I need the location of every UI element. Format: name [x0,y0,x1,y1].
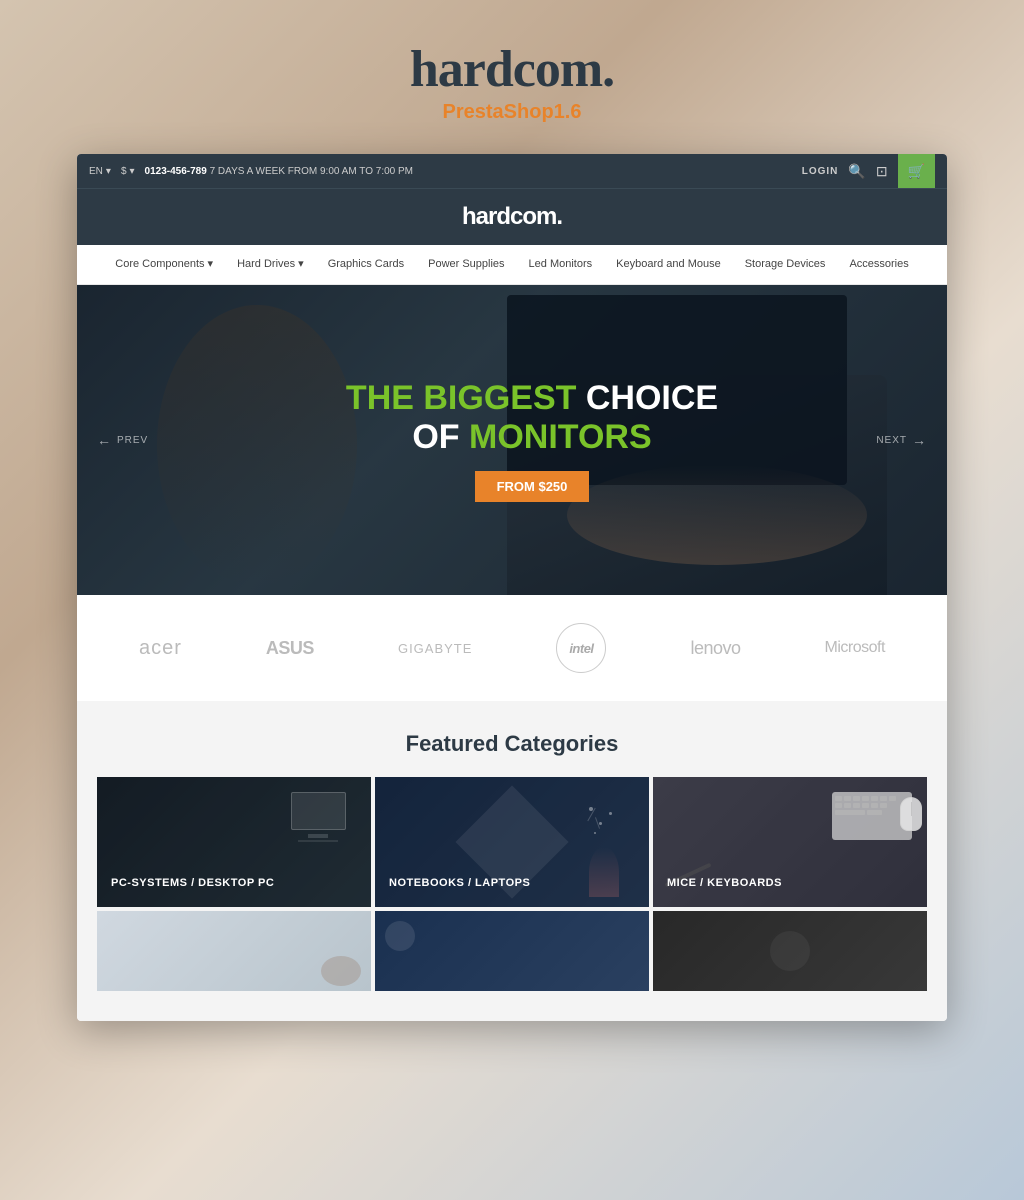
currency-arrow-icon: ▾ [130,166,135,177]
lang-text: EN [89,166,103,177]
category-row2-3[interactable] [653,911,927,991]
phone-number: 0123-456-789 [145,166,207,177]
nav-accessories[interactable]: Accessories [837,245,920,285]
language-selector[interactable]: EN ▾ [89,166,111,177]
page-wrapper: hardcom. PrestaShop1.6 EN ▾ $ ▾ 0123-456… [0,0,1024,1021]
brand-gigabyte[interactable]: GIGABYTE [398,641,472,656]
main-navigation: Core Components ▾ Hard Drives ▾ Graphics… [77,245,947,285]
top-bar: EN ▾ $ ▾ 0123-456-789 7 DAYS A WEEK FROM… [77,154,947,188]
brands-bar: acer ASUS GIGABYTE intel lenovo Microsof… [77,595,947,701]
hero-green-text: THE BIGGEST [346,379,576,417]
hero-white-text-1: CHOICE [586,379,718,417]
nav-storage-devices-label: Storage Devices [745,258,826,270]
categories-grid: PC-SYSTEMS / DESKTOP PC [97,777,927,907]
category-pc-systems[interactable]: PC-SYSTEMS / DESKTOP PC [97,777,371,907]
category-row2-1[interactable] [97,911,371,991]
hero-white-text-2: OF [412,418,469,456]
brand-lenovo[interactable]: lenovo [690,638,740,659]
brand-intel[interactable]: intel [556,623,606,673]
nav-led-monitors[interactable]: Led Monitors [517,245,605,285]
category-mice-keyboards[interactable]: MICE / KEYBOARDS [653,777,927,907]
currency-selector[interactable]: $ ▾ [121,166,135,177]
nav-hard-drives[interactable]: Hard Drives ▾ [225,245,316,285]
top-bar-right: LOGIN 🔍 ⊡ 🛒 [802,154,935,188]
category-pc-systems-label: PC-SYSTEMS / DESKTOP PC [111,877,274,889]
cart-button[interactable]: 🛒 [898,154,935,188]
hero-content: THE BIGGEST CHOICE OF MONITORS FROM $250 [306,379,718,502]
search-icon[interactable]: 🔍 [848,163,865,180]
next-arrow-icon: → [912,432,927,448]
nav-power-supplies-label: Power Supplies [428,258,504,270]
wishlist-icon[interactable]: ⊡ [876,163,888,180]
site-header: hardcom. [77,188,947,245]
currency-text: $ [121,166,127,177]
hero-headline-1: THE BIGGEST CHOICE [346,379,718,418]
nav-keyboard-mouse-label: Keyboard and Mouse [616,258,721,270]
prev-label: PREV [117,435,148,446]
nav-hard-drives-arrow: ▾ [298,257,304,270]
hero-slider: THE BIGGEST CHOICE OF MONITORS FROM $250… [77,285,947,595]
slider-next-button[interactable]: NEXT → [876,432,927,448]
site-logo[interactable]: hardcom. [77,203,947,231]
brand-microsoft[interactable]: Microsoft [825,639,885,657]
nav-led-monitors-label: Led Monitors [529,258,593,270]
category-row2-2[interactable] [375,911,649,991]
categories-grid-row2 [97,911,927,991]
prev-arrow-icon: ← [97,432,112,448]
nav-core-components-arrow: ▾ [208,257,214,270]
showcase-logo-section: hardcom. PrestaShop1.6 [410,40,614,124]
hero-headline-2: OF MONITORS [346,418,718,457]
nav-graphics-cards[interactable]: Graphics Cards [316,245,416,285]
phone-info: 0123-456-789 7 DAYS A WEEK FROM 9:00 AM … [145,166,413,177]
nav-core-components-label: Core Components [115,258,204,270]
hero-monitors-text: MONITORS [469,418,652,456]
brand-acer[interactable]: acer [139,637,182,660]
nav-keyboard-mouse[interactable]: Keyboard and Mouse [604,245,733,285]
phone-hours: 7 DAYS A WEEK FROM 9:00 AM TO 7:00 PM [210,166,413,177]
category-notebooks-label: NOTEBOOKS / LAPTOPS [389,877,530,889]
featured-section: Featured Categories PC-SYSTEMS / DESKTOP… [77,701,947,1021]
intel-label: intel [569,641,593,656]
next-label: NEXT [876,435,907,446]
nav-hard-drives-label: Hard Drives [237,258,295,270]
nav-storage-devices[interactable]: Storage Devices [733,245,838,285]
slider-prev-button[interactable]: ← PREV [97,432,148,448]
top-bar-left: EN ▾ $ ▾ 0123-456-789 7 DAYS A WEEK FROM… [89,166,413,177]
lang-arrow-icon: ▾ [106,166,111,177]
showcase-logo: hardcom. [410,40,614,99]
nav-accessories-label: Accessories [849,258,908,270]
hero-cta-button[interactable]: FROM $250 [475,471,590,502]
showcase-subtitle: PrestaShop1.6 [410,101,614,124]
category-notebooks[interactable]: NOTEBOOKS / LAPTOPS [375,777,649,907]
nav-core-components[interactable]: Core Components ▾ [103,245,225,285]
brand-asus[interactable]: ASUS [266,638,314,659]
nav-power-supplies[interactable]: Power Supplies [416,245,516,285]
nav-graphics-cards-label: Graphics Cards [328,258,404,270]
featured-title: Featured Categories [97,731,927,757]
browser-frame: EN ▾ $ ▾ 0123-456-789 7 DAYS A WEEK FROM… [77,154,947,1021]
category-mice-keyboards-label: MICE / KEYBOARDS [667,877,782,889]
login-button[interactable]: LOGIN [802,166,839,177]
